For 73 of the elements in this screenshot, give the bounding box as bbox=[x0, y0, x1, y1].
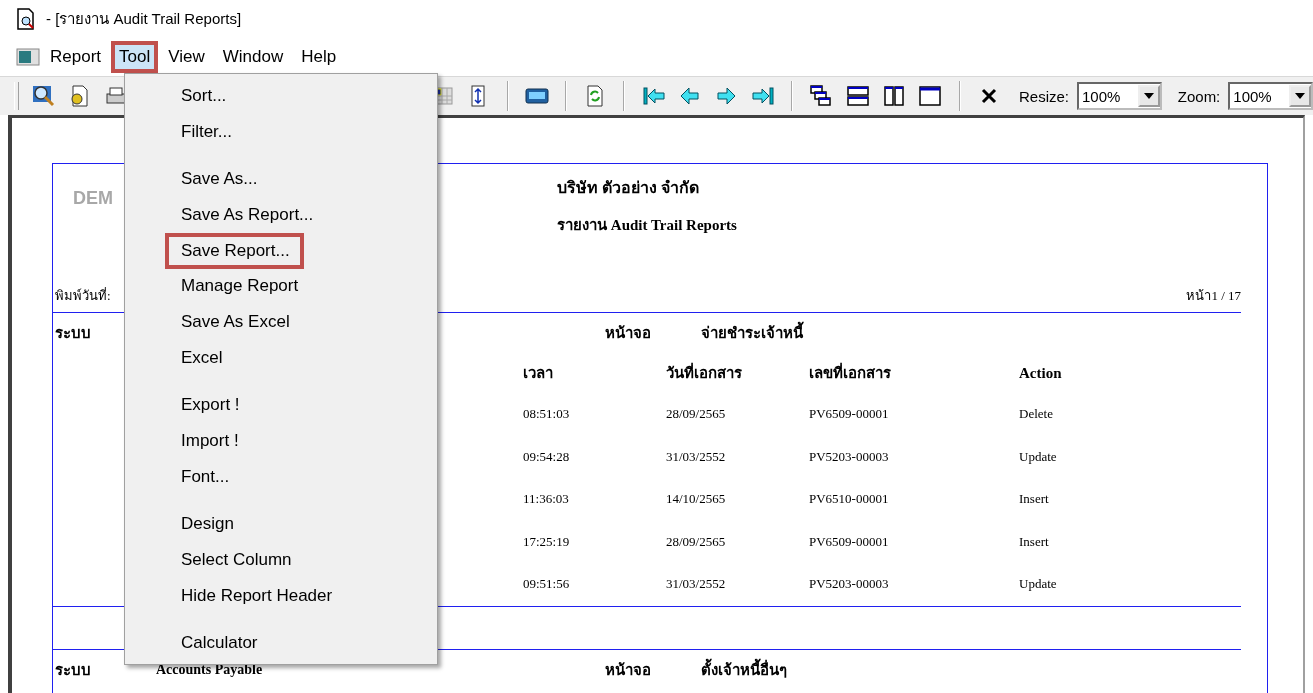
screen-label: หน้าจอ bbox=[605, 660, 652, 680]
table-cell-text: PV6509-00001 bbox=[809, 406, 890, 423]
menu-item[interactable]: Save As Report... bbox=[125, 197, 437, 233]
last-page-icon bbox=[750, 84, 775, 108]
caret-icon bbox=[1295, 93, 1306, 99]
print-date-label: พิมพ์วันที่: bbox=[55, 286, 111, 305]
menu-item[interactable]: Hide Report Header bbox=[125, 577, 437, 614]
menu-item[interactable]: Filter... bbox=[125, 113, 437, 150]
watermark: DEM bbox=[72, 187, 113, 209]
system-label: ระบบ bbox=[55, 660, 92, 680]
column-header: เวลา bbox=[523, 364, 554, 383]
menu-item[interactable]: Report bbox=[42, 41, 110, 73]
screen-label: หน้าจอ bbox=[605, 324, 652, 343]
table-cell-text: Update bbox=[1019, 576, 1058, 593]
page-number: หน้า1 / 17 bbox=[1186, 287, 1241, 305]
zoom-dropdown[interactable]: 100% bbox=[1228, 82, 1313, 110]
table-cell-text: PV5203-00003 bbox=[809, 576, 890, 593]
menu-item[interactable]: Sort... bbox=[125, 78, 437, 114]
menu-item[interactable]: Export ! bbox=[125, 387, 437, 424]
table-cell-text: 09:54:28 bbox=[523, 448, 571, 465]
system-label: ระบบ bbox=[55, 324, 92, 343]
table-cell-text: Delete bbox=[1019, 406, 1054, 423]
table-cell-text: 31/03/2552 bbox=[666, 448, 727, 465]
table-cell-text: PV6510-00001 bbox=[809, 491, 890, 508]
company-name: บริษัท ตัวอย่าง จำกัด bbox=[557, 178, 701, 198]
window-icon bbox=[918, 84, 943, 108]
dropdown-button[interactable] bbox=[1137, 85, 1160, 107]
table-cell-text: 14/10/2565 bbox=[666, 491, 727, 508]
table-cell-text: PV6509-00001 bbox=[809, 533, 890, 550]
report-preview-icon bbox=[16, 8, 36, 30]
menu-item[interactable]: Window bbox=[214, 41, 292, 73]
menu-item[interactable]: Excel bbox=[125, 339, 437, 376]
resize-label: Resize: bbox=[1019, 87, 1069, 105]
dropdown-button[interactable] bbox=[1289, 85, 1312, 107]
menu-item[interactable]: Save As Excel bbox=[125, 304, 437, 340]
table-cell-text: 08:51:03 bbox=[523, 406, 571, 423]
caret-icon bbox=[1143, 93, 1154, 99]
menu-item[interactable]: Tool bbox=[111, 41, 159, 73]
table-cell-text: Insert bbox=[1019, 533, 1050, 550]
menu-item[interactable]: View bbox=[160, 41, 213, 73]
report-title: รายงาน Audit Trail Reports bbox=[557, 216, 737, 235]
table-cell-text: 28/09/2565 bbox=[666, 533, 727, 550]
tile-horizontal-icon bbox=[845, 84, 870, 108]
menu-item[interactable]: Import ! bbox=[125, 423, 437, 459]
menu-item[interactable]: Manage Report bbox=[125, 268, 437, 305]
table-cell-text: 31/03/2552 bbox=[666, 576, 727, 593]
app-window-icon bbox=[16, 47, 40, 67]
table-cell-text: 11:36:03 bbox=[523, 491, 570, 508]
window-title: - [รายงาน Audit Trail Reports] bbox=[46, 9, 242, 29]
column-header: เลขที่เอกสาร bbox=[809, 361, 1019, 385]
magnifier-icon bbox=[31, 84, 55, 108]
table-cell-text: PV5203-00003 bbox=[809, 448, 890, 465]
resize-dropdown[interactable]: 100% bbox=[1077, 82, 1162, 110]
menu-item[interactable]: Save Report... bbox=[125, 232, 437, 269]
table-cell-text: 17:25:19 bbox=[523, 533, 571, 550]
menu-item[interactable]: Font... bbox=[125, 458, 437, 495]
menu-item[interactable]: Help bbox=[293, 41, 345, 73]
menu-item[interactable]: Design bbox=[125, 506, 437, 543]
screen-name: จ่ายชำระเจ้าหนี้ bbox=[701, 321, 1241, 345]
menu-item[interactable]: Save As... bbox=[125, 161, 437, 198]
cascade-windows-icon bbox=[809, 84, 834, 108]
screen-name: ตั้งเจ้าหนี้อื่นๆ bbox=[701, 657, 1241, 682]
menu-item[interactable]: Calculator bbox=[125, 625, 437, 662]
table-cell-text: 09:51:56 bbox=[523, 576, 571, 593]
table-cell-text: 28/09/2565 bbox=[666, 406, 727, 423]
first-page-icon bbox=[641, 84, 666, 108]
zoom-label: Zoom: bbox=[1177, 87, 1221, 105]
column-header: Action bbox=[1019, 364, 1063, 382]
tile-vertical-icon bbox=[882, 84, 906, 108]
table-cell-text: Insert bbox=[1019, 491, 1050, 508]
table-cell-text: Update bbox=[1019, 448, 1058, 465]
menu-item[interactable]: Select Column bbox=[125, 542, 437, 578]
column-header: วันที่เอกสาร bbox=[666, 361, 809, 385]
